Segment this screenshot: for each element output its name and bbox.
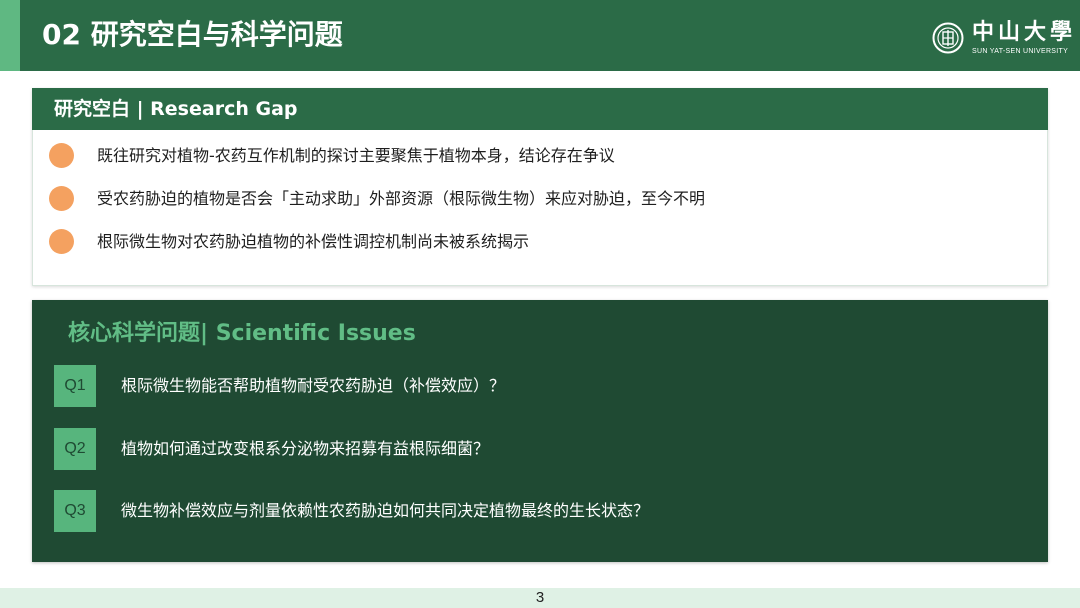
orange-bullet-icon: [49, 229, 74, 254]
research-gap-header: 研究空白 | Research Gap: [32, 88, 1048, 130]
university-emblem-icon: [932, 22, 964, 54]
scientific-issues-panel: 核心科学问题| Scientific Issues Q1 根际微生物能否帮助植物…: [32, 300, 1048, 562]
slide-header: 02 研究空白与科学问题 中山大學 SUN YAT-SEN UNIVERSITY: [0, 0, 1080, 71]
gap-list-item: 既往研究对植物-农药互作机制的探讨主要聚焦于植物本身，结论存在争议: [49, 141, 1029, 171]
question-badge: Q1: [54, 365, 96, 407]
gap-item-text: 受农药胁迫的植物是否会「主动求助」外部资源（根际微生物）来应对胁迫，至今不明: [97, 189, 706, 208]
university-name-cn: 中山大學: [972, 19, 1077, 45]
question-text: 微生物补偿效应与剂量依赖性农药胁迫如何共同决定植物最终的生长状态？: [121, 501, 650, 520]
question-text: 植物如何通过改变根系分泌物来招募有益根际细菌？: [121, 439, 490, 458]
page-number: 3: [535, 589, 545, 606]
slide-footer: 3: [0, 588, 1080, 608]
question-row: Q2 植物如何通过改变根系分泌物来招募有益根际细菌？: [54, 428, 1014, 470]
orange-bullet-icon: [49, 143, 74, 168]
orange-bullet-icon: [49, 186, 74, 211]
question-text: 根际微生物能否帮助植物耐受农药胁迫（补偿效应）？: [121, 376, 506, 395]
research-gap-heading: 研究空白 | Research Gap: [54, 98, 298, 120]
research-gap-card: 研究空白 | Research Gap 既往研究对植物-农药互作机制的探讨主要聚…: [32, 88, 1048, 286]
university-name-en: SUN YAT-SEN UNIVERSITY: [972, 48, 1069, 55]
header-accent-bar: [0, 0, 20, 71]
scientific-issues-heading: 核心科学问题| Scientific Issues: [68, 321, 416, 346]
question-badge: Q3: [54, 490, 96, 532]
gap-item-text: 根际微生物对农药胁迫植物的补偿性调控机制尚未被系统揭示: [97, 232, 530, 251]
gap-list-item: 受农药胁迫的植物是否会「主动求助」外部资源（根际微生物）来应对胁迫，至今不明: [49, 184, 1029, 214]
question-badge: Q2: [54, 428, 96, 470]
question-row: Q3 微生物补偿效应与剂量依赖性农药胁迫如何共同决定植物最终的生长状态？: [54, 490, 1014, 532]
gap-item-text: 既往研究对植物-农药互作机制的探讨主要聚焦于植物本身，结论存在争议: [97, 146, 615, 165]
university-logo: 中山大學 SUN YAT-SEN UNIVERSITY: [932, 18, 1072, 62]
question-row: Q1 根际微生物能否帮助植物耐受农药胁迫（补偿效应）？: [54, 365, 1014, 407]
slide-title: 02 研究空白与科学问题: [42, 18, 343, 51]
gap-list-item: 根际微生物对农药胁迫植物的补偿性调控机制尚未被系统揭示: [49, 227, 1029, 257]
